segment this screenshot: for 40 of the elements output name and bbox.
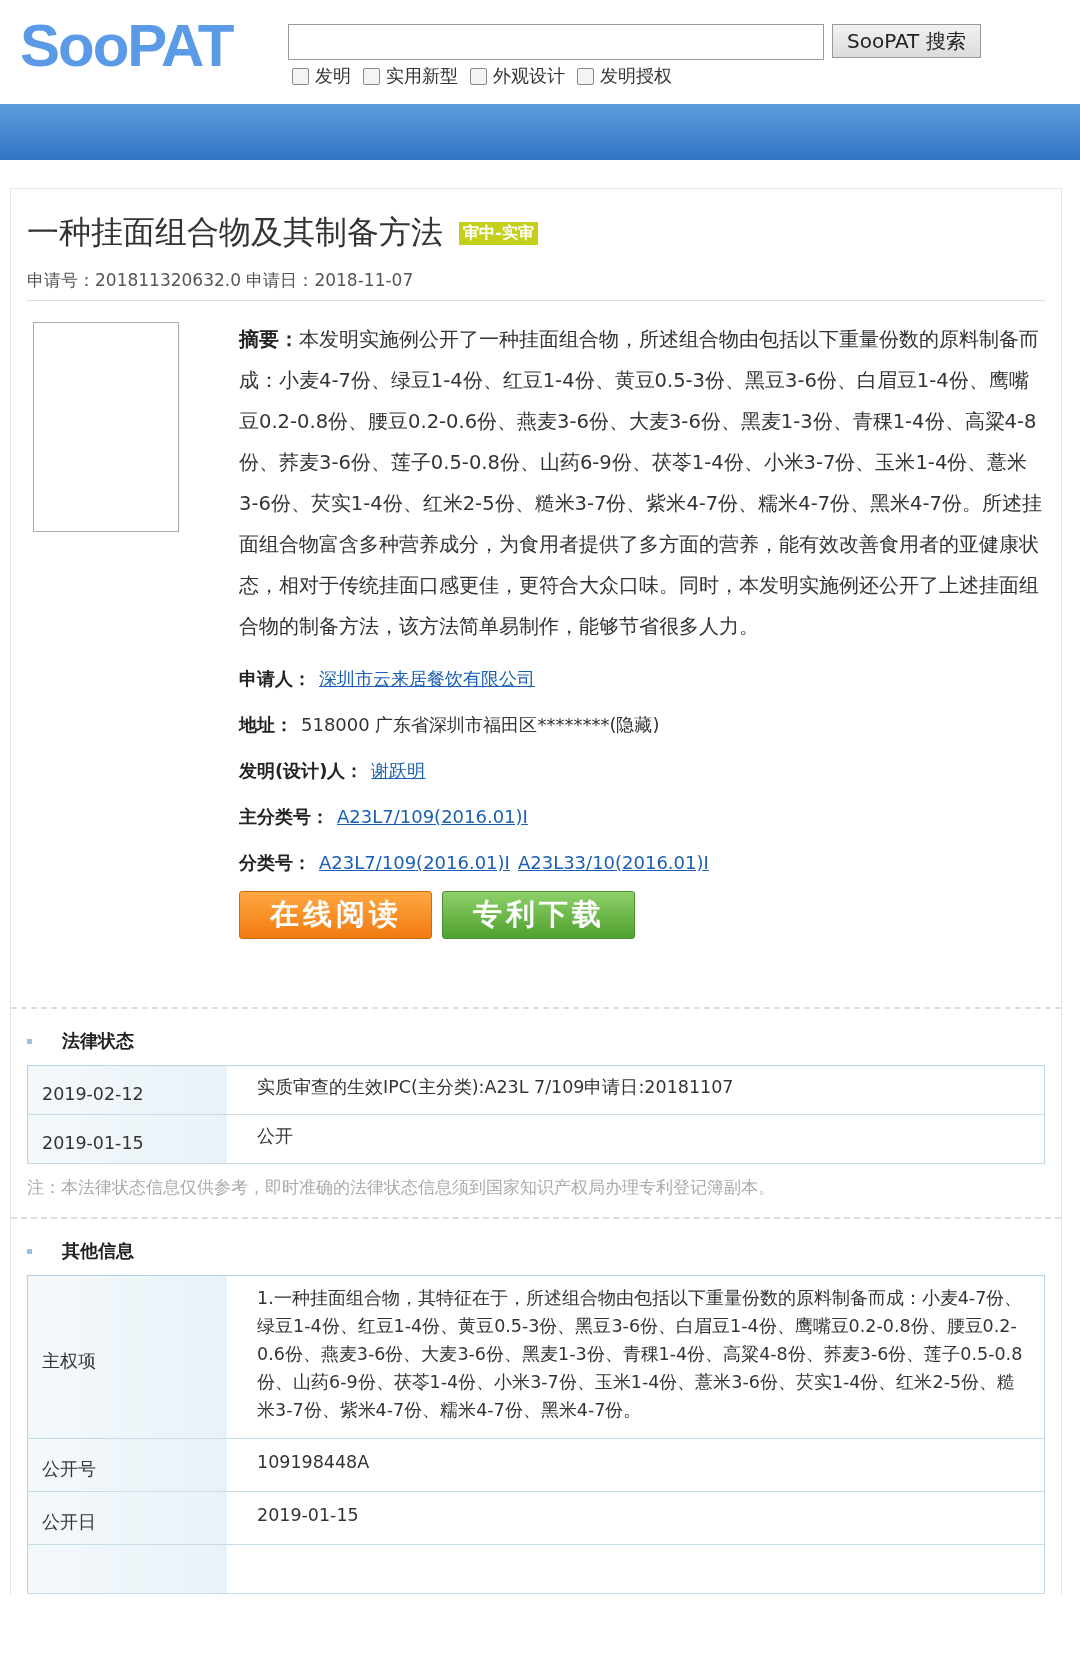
checkbox-label[interactable]: 发明授权	[600, 64, 672, 88]
checkbox-label[interactable]: 实用新型	[386, 64, 458, 88]
table-cell: 2019-02-12	[27, 1065, 227, 1115]
application-info: 申请号：201811320632.0 申请日：2018-11-07	[27, 269, 1045, 301]
note-text: 注：本法律状态信息仅供参考，即时准确的法律状态信息须到国家知识产权局办理专利登记簿副本。	[27, 1176, 776, 1199]
table-cell: 2019-01-15	[227, 1491, 1045, 1545]
abstract-text: 摘要：本发明实施例公开了一种挂面组合物，所述组合物由包括以下重量份数的原料制备而成：小麦4-7份、绿豆1-4份、红豆1-4份、黄豆0.5-3份、黑豆3-6份、白眉豆1-4份、鹰嘴豆0.2-0.8份、腰豆0.2-0.6份、燕麦3-6份、大麦3-6份、黑麦1-3份、青稞1-4份、高粱4-8份、荞麦3-6份、莲子0.5-0.8份、山药6-9份、茯苓1-4份、小米3-7份、玉米1-4份、薏米3-6份、芡实1-4份、红米2-5份、糙米3-7份、紫米4-7份、糯米4-7份、黑米4-7份。所述挂面组合物富含多种营养成分，为食用者提供了多方面的营养，能有效改善食用者的亚健康状态，相对于传统挂面口感更佳，更符合大众口味。同时，本发明实施例还公开了上述挂面组合物的制备方法，该方法简单易制作，能够节省很多人力。	[239, 327, 1043, 640]
field-link[interactable]: 谢跃明	[371, 757, 426, 785]
field-link[interactable]: A23L7/109(2016.01)I	[337, 803, 528, 831]
status-badge: 审中-实审	[459, 221, 538, 245]
field-label: 发明(设计)人：	[239, 759, 364, 783]
bullet-icon	[27, 1038, 32, 1044]
search-button[interactable]: SooPAT 搜索	[832, 24, 981, 58]
field-link[interactable]: A23L7/109(2016.01)I	[319, 849, 510, 877]
patent-title: 一种挂面组合物及其制备方法	[27, 212, 443, 253]
field-label: 主分类号：	[239, 805, 329, 829]
table-cell: 109198448A	[227, 1438, 1045, 1492]
table-cell: 主权项	[27, 1275, 227, 1439]
table-cell: 公开	[227, 1114, 1045, 1164]
field-value: 518000 广东省深圳市福田区********(隐藏)	[301, 713, 660, 737]
checkbox-label[interactable]: 外观设计	[493, 64, 565, 88]
field-link[interactable]: 深圳市云来居餐饮有限公司	[319, 665, 535, 693]
table-cell: 2019-01-15	[27, 1114, 227, 1164]
field-label: 地址：	[239, 713, 293, 737]
table-cell: 实质审查的生效IPC(主分类):A23L 7/109申请日:20181107	[227, 1065, 1045, 1115]
field-label: 分类号：	[239, 851, 311, 875]
search-field[interactable]	[288, 24, 824, 60]
checkbox[interactable]	[470, 67, 487, 85]
field-link[interactable]: A23L33/10(2016.01)I	[517, 849, 709, 877]
section-title: 其他信息	[62, 1239, 134, 1263]
checkbox[interactable]	[292, 67, 309, 85]
table-cell: 公开号	[27, 1438, 227, 1492]
bullet-icon	[27, 1248, 32, 1254]
checkbox[interactable]	[577, 67, 594, 85]
checkbox-label[interactable]: 发明	[315, 64, 351, 88]
section-title: 法律状态	[62, 1029, 134, 1053]
checkbox[interactable]	[363, 67, 380, 85]
table-cell: 1.一种挂面组合物，其特征在于，所述组合物由包括以下重量份数的原料制备而成：小麦4-7份、绿豆1-4份、红豆1-4份、黄豆0.5-3份、黑豆3-6份、白眉豆1-4份、鹰嘴豆0.2-0.8份、腰豆0.2-0.6份、燕麦3-6份、大麦3-6份、黑麦1-3份、青稞1-4份、高粱4-8份、荞麦3-6份、莲子0.5-0.8份、山药6-9份、茯苓1-4份、小米3-7份、玉米1-4份、薏米3-6份、芡实1-4份、红米2-5份、糙米3-7份、紫米4-7份、糯米4-7份、黑米4-7份。	[227, 1275, 1045, 1439]
table-cell: 公开日	[27, 1491, 227, 1545]
field-label: 申请人：	[239, 667, 311, 691]
